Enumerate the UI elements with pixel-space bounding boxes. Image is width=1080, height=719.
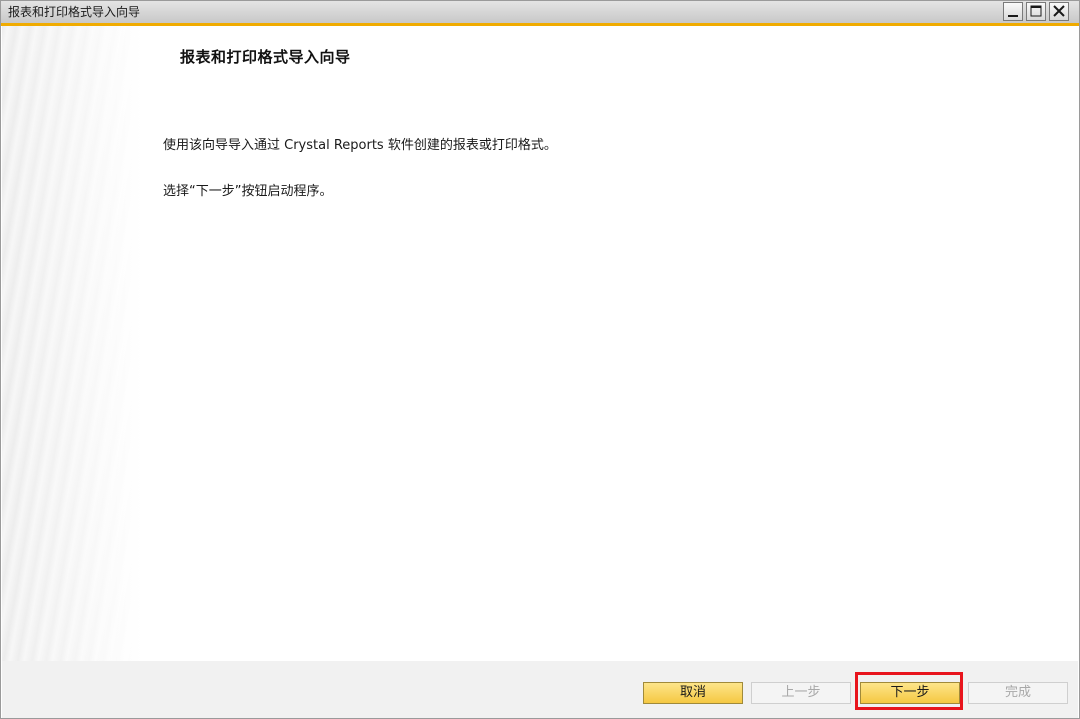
maximize-icon: [1030, 5, 1042, 17]
finish-button[interactable]: 完成: [968, 682, 1068, 704]
close-icon: [1053, 5, 1065, 17]
side-decoration: [2, 26, 142, 661]
maximize-button[interactable]: [1026, 2, 1046, 21]
previous-button[interactable]: 上一步: [751, 682, 851, 704]
next-button-highlight: [855, 672, 963, 710]
instruction-text: 选择“下一步”按钮启动程序。: [163, 184, 333, 199]
minimize-button[interactable]: [1003, 2, 1023, 21]
wizard-heading: 报表和打印格式导入向导: [180, 48, 351, 66]
close-button[interactable]: [1049, 2, 1069, 21]
cancel-button[interactable]: 取消: [643, 682, 743, 704]
window-title: 报表和打印格式导入向导: [8, 5, 141, 19]
wizard-window: 报表和打印格式导入向导 报表和打印格式导入向导 使用该向导导入通过 Crysta…: [0, 0, 1080, 719]
title-bar[interactable]: 报表和打印格式导入向导: [1, 1, 1079, 26]
wizard-content: 报表和打印格式导入向导 使用该向导导入通过 Crystal Reports 软件…: [2, 26, 1078, 661]
intro-text: 使用该向导导入通过 Crystal Reports 软件创建的报表或打印格式。: [163, 138, 557, 153]
minimize-icon: [1008, 15, 1018, 17]
